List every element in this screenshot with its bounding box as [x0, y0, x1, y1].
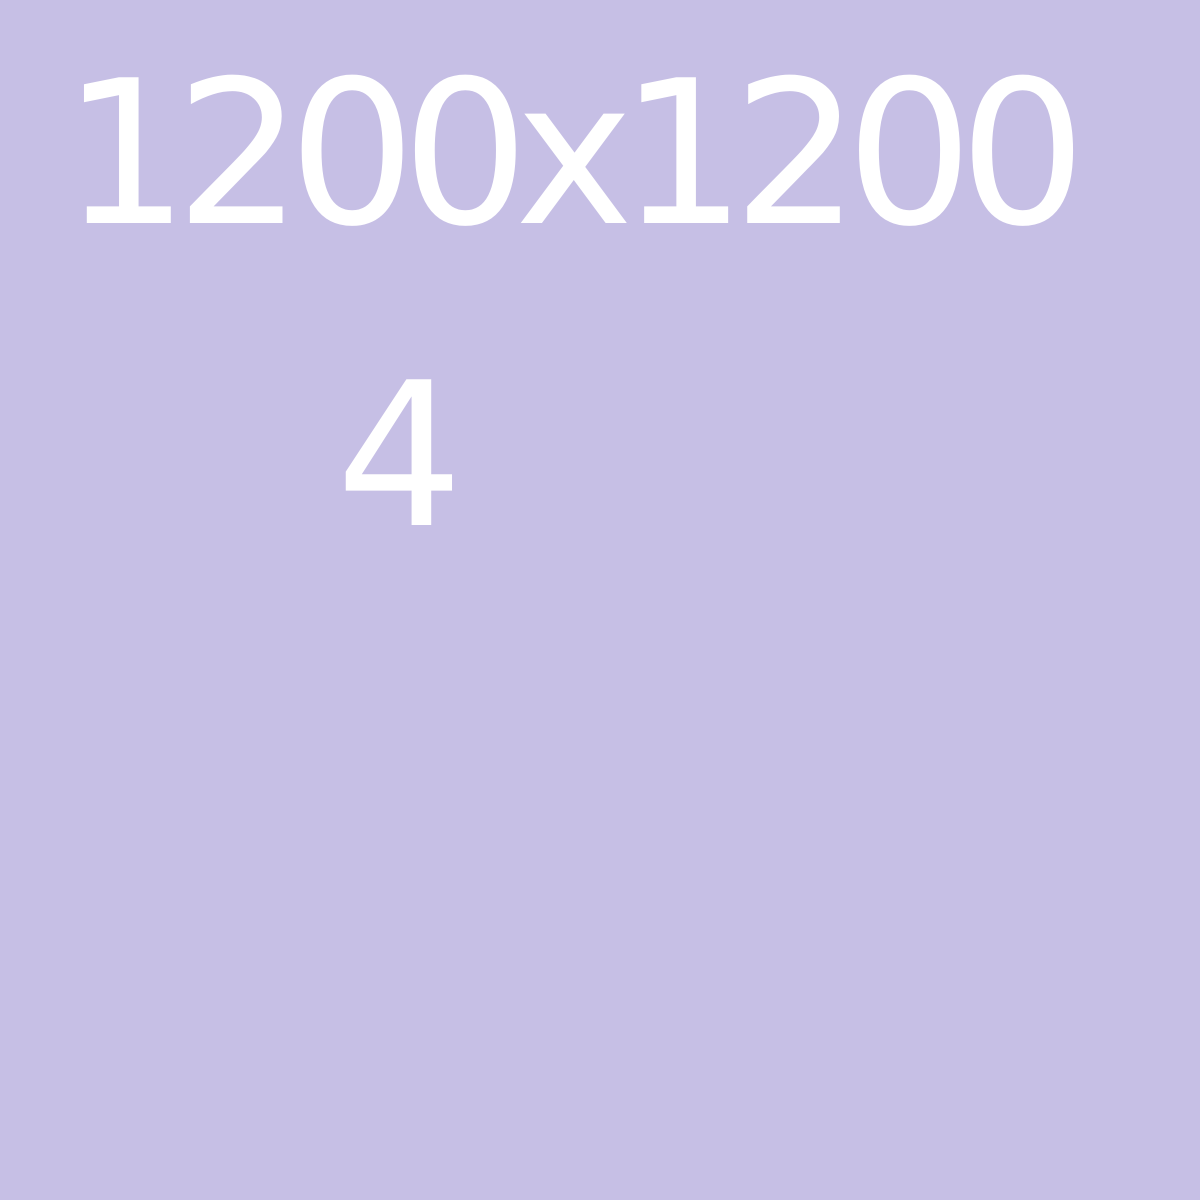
index-number-label: 4	[336, 340, 464, 573]
placeholder-canvas: 1200x1200 4	[0, 0, 1200, 1200]
dimensions-label: 1200x1200	[62, 38, 1086, 271]
